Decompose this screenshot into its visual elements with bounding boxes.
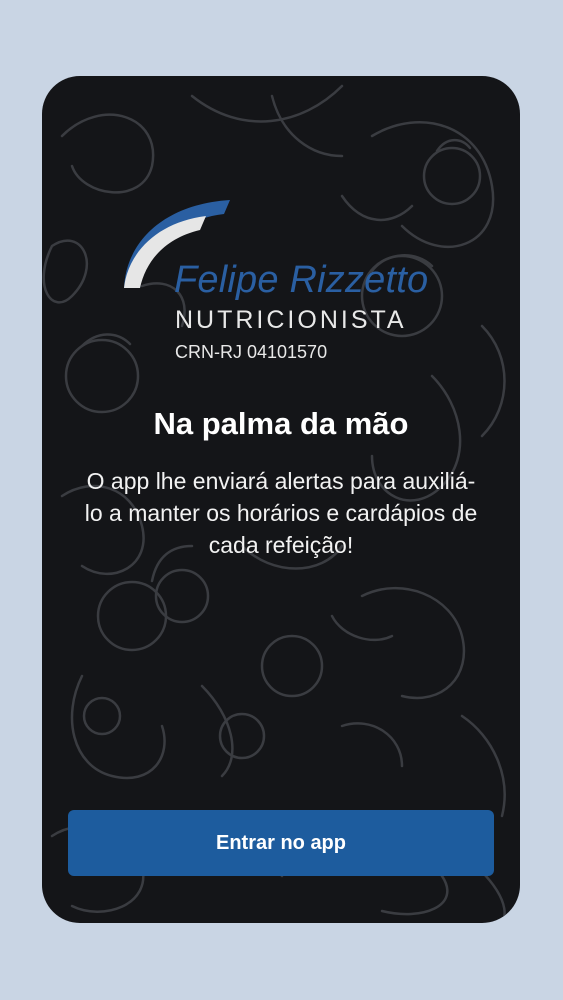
brand-subtitle: NUTRICIONISTA (175, 306, 407, 334)
onboarding-title: Na palma da mão (153, 406, 409, 441)
welcome-card: Felipe Rizzetto NUTRICIONISTA CRN-RJ 041… (42, 76, 520, 923)
onboarding-description: O app lhe enviará alertas para auxiliá-l… (84, 468, 478, 558)
brand-logo: Felipe Rizzetto NUTRICIONISTA CRN-RJ 041… (118, 192, 458, 362)
brand-registration: CRN-RJ 04101570 (175, 342, 328, 362)
brand-name: Felipe Rizzetto (174, 259, 429, 301)
enter-app-button[interactable]: Entrar no app (68, 810, 494, 876)
